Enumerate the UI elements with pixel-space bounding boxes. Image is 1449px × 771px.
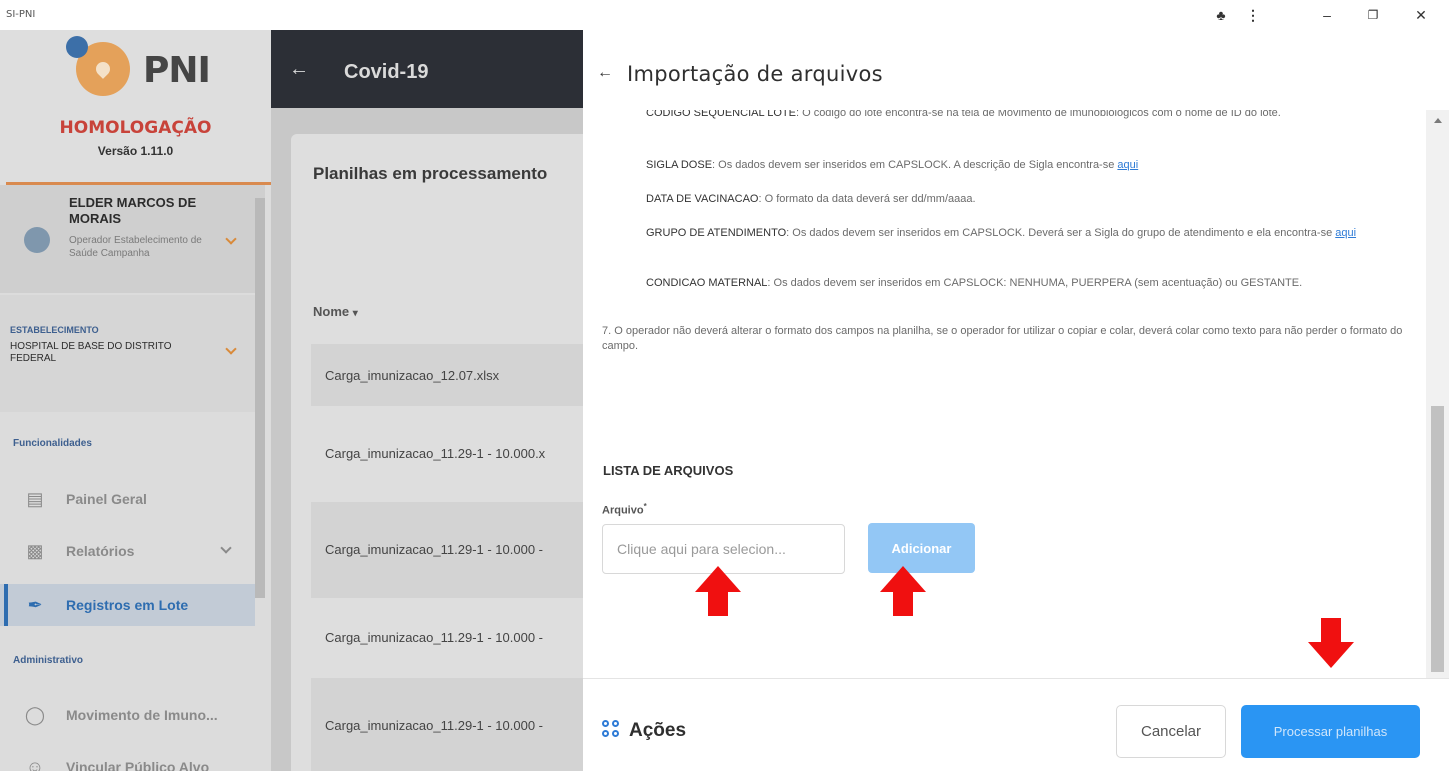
dialog-header: ← Importação de arquivos bbox=[583, 30, 1449, 110]
annotation-arrow-up-icon bbox=[695, 566, 741, 616]
table-row[interactable]: Carga_imunizacao_11.29-1 - 10.000 - bbox=[311, 678, 591, 771]
card-title: Planilhas em processamento bbox=[313, 164, 548, 183]
establishment-value: HOSPITAL DE BASE DO DISTRITO FEDERAL bbox=[10, 341, 172, 364]
page-title: Covid-19 bbox=[344, 61, 429, 83]
user-menu[interactable]: ELDER MARCOS DE MORAIS Operador Estabele… bbox=[0, 185, 265, 293]
back-arrow-icon[interactable]: ← bbox=[289, 58, 309, 81]
chevron-down-icon[interactable] bbox=[225, 233, 237, 245]
version-label: Versão 1.11.0 bbox=[97, 144, 174, 158]
sidebar: PNI HOMOLOGAÇÃO Versão 1.11.0 ELDER MARC… bbox=[0, 30, 271, 771]
logo-area: PNI HOMOLOGAÇÃO Versão 1.11.0 bbox=[0, 30, 271, 185]
table-row[interactable]: Carga_imunizacao_11.29-1 - 10.000 - bbox=[311, 598, 591, 678]
cancel-button[interactable]: Cancelar bbox=[1116, 705, 1226, 758]
section-funcionalidades: Funcionalidades bbox=[13, 438, 92, 449]
sidebar-item-label: Relatórios bbox=[66, 543, 135, 559]
sidebar-item-relatorios[interactable]: ▩ Relatórios bbox=[0, 530, 255, 572]
process-sheets-button[interactable]: Processar planilhas bbox=[1241, 705, 1420, 758]
establishment-selector[interactable]: ESTABELECIMENTO HOSPITAL DE BASE DO DIST… bbox=[0, 295, 265, 412]
instruction-condicao: CONDICAO MATERNAL: Os dados devem ser in… bbox=[646, 277, 1303, 289]
environment-label: HOMOLOGAÇÃO bbox=[59, 118, 212, 138]
processing-card: Planilhas em processamento Nome ▾ Carga_… bbox=[291, 134, 591, 771]
monitor-icon: ▤ bbox=[26, 488, 44, 509]
dialog-title: Importação de arquivos bbox=[627, 62, 883, 86]
table-row[interactable]: Carga_imunizacao_11.29-1 - 10.000.x bbox=[311, 406, 591, 502]
back-arrow-icon[interactable]: ← bbox=[597, 64, 613, 82]
sidebar-item-label: Registros em Lote bbox=[66, 597, 189, 613]
table-cell: Carga_imunizacao_11.29-1 - 10.000.x bbox=[325, 446, 546, 461]
user-role: Operador Estabelecimento de Saúde Campan… bbox=[69, 235, 202, 259]
grupo-link[interactable]: aqui bbox=[1335, 227, 1356, 239]
avatar bbox=[24, 227, 50, 253]
syringe-icon: ✒ bbox=[27, 594, 43, 615]
sidebar-item-label: Movimento de Imuno... bbox=[66, 707, 218, 723]
table-header-nome[interactable]: Nome ▾ bbox=[313, 304, 358, 319]
report-chart-icon: ▩ bbox=[26, 540, 44, 561]
instruction-codigo: CODIGO SEQUENCIAL LOTE: O código do lote… bbox=[646, 110, 1281, 119]
hand-drop-icon: ◯ bbox=[24, 704, 46, 725]
sigla-link[interactable]: aqui bbox=[1117, 159, 1138, 171]
sidebar-item-movimento[interactable]: ◯ Movimento de Imuno... bbox=[0, 694, 255, 736]
dialog-footer: Ações Cancelar Processar planilhas bbox=[583, 678, 1449, 771]
establishment-label: ESTABELECIMENTO bbox=[10, 325, 99, 335]
puzzle-icon[interactable]: ♣ bbox=[1208, 4, 1234, 26]
chevron-down-icon[interactable] bbox=[225, 343, 237, 355]
annotation-arrow-up-icon bbox=[880, 566, 926, 616]
user-name: ELDER MARCOS DE MORAIS bbox=[69, 195, 197, 226]
instruction-sigla: SIGLA DOSE: Os dados devem ser inseridos… bbox=[646, 159, 1139, 171]
table-cell: Carga_imunizacao_11.29-1 - 10.000 - bbox=[325, 718, 544, 733]
plus-badge-icon bbox=[66, 36, 88, 58]
sort-icon: ▾ bbox=[352, 308, 358, 319]
table-cell: Carga_imunizacao_12.07.xlsx bbox=[325, 368, 500, 383]
section-administrativo: Administrativo bbox=[13, 655, 84, 666]
table-row[interactable]: Carga_imunizacao_12.07.xlsx bbox=[311, 344, 591, 406]
instruction-item-7: 7. O operador não deverá alterar o forma… bbox=[602, 325, 1403, 352]
sidebar-item-label: Painel Geral bbox=[66, 491, 147, 507]
required-marker: * bbox=[643, 502, 647, 511]
sidebar-item-registros-em-lote[interactable]: ✒ Registros em Lote bbox=[0, 584, 255, 626]
scroll-up-icon[interactable] bbox=[1434, 118, 1442, 123]
scrollbar-thumb[interactable] bbox=[1431, 406, 1444, 672]
file-field-label: Arquivo* bbox=[602, 502, 647, 517]
sidebar-item-label: Vincular Público Alvo bbox=[66, 759, 210, 771]
actions-label: Ações bbox=[629, 720, 687, 741]
window-titlebar: SI-PNI ♣ ⋮ – ❐ ✕ bbox=[0, 0, 1449, 30]
close-icon[interactable]: ✕ bbox=[1408, 4, 1434, 26]
instruction-data: DATA DE VACINACAO: O formato da data dev… bbox=[646, 193, 976, 205]
table-cell: Carga_imunizacao_11.29-1 - 10.000 - bbox=[325, 630, 544, 645]
minimize-icon[interactable]: – bbox=[1314, 4, 1340, 26]
table-cell: Carga_imunizacao_11.29-1 - 10.000 - bbox=[325, 542, 544, 557]
annotation-arrow-down-icon bbox=[1308, 618, 1354, 668]
grid-apps-icon bbox=[602, 720, 620, 738]
instruction-grupo: GRUPO DE ATENDIMENTO: Os dados devem ser… bbox=[646, 227, 1357, 239]
logo-text: PNI bbox=[143, 50, 211, 91]
table-row[interactable]: Carga_imunizacao_11.29-1 - 10.000 - bbox=[311, 502, 591, 598]
person-icon: ☺ bbox=[25, 756, 45, 771]
chevron-down-icon[interactable] bbox=[220, 542, 232, 554]
more-vert-icon[interactable]: ⋮ bbox=[1240, 4, 1266, 26]
restore-icon[interactable]: ❐ bbox=[1360, 4, 1386, 26]
sidebar-item-painel-geral[interactable]: ▤ Painel Geral bbox=[0, 478, 255, 520]
window-title: SI-PNI bbox=[6, 9, 36, 20]
sidebar-scrollbar[interactable] bbox=[255, 198, 265, 598]
dialog-scrollbar[interactable] bbox=[1426, 110, 1449, 678]
sidebar-item-vincular[interactable]: ☺ Vincular Público Alvo bbox=[0, 746, 255, 771]
file-list-title: LISTA DE ARQUIVOS bbox=[603, 463, 734, 478]
